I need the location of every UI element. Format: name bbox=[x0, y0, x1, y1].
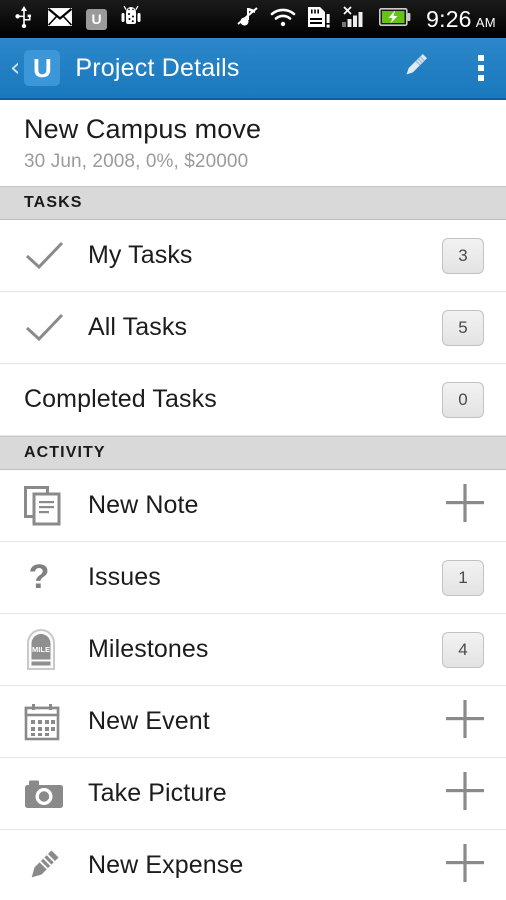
milestone-icon: MILE bbox=[24, 628, 72, 671]
mute-icon bbox=[237, 6, 259, 33]
list-item[interactable]: New Expense bbox=[0, 830, 506, 900]
list-item[interactable]: Completed Tasks 0 bbox=[0, 364, 506, 436]
list-item-label: Milestones bbox=[88, 635, 209, 663]
section-header: TASKS bbox=[0, 186, 506, 220]
list-item-action[interactable]: 4 bbox=[442, 631, 484, 668]
list-item[interactable]: New Note bbox=[0, 470, 506, 542]
project-title: New Campus move bbox=[24, 114, 262, 144]
status-bar-clock: 9:26 AM bbox=[426, 6, 496, 33]
question-mark-icon: ? bbox=[24, 558, 72, 598]
project-header: New Campus move 30 Jun, 2008, 0%, $20000 bbox=[0, 100, 506, 186]
list-item[interactable]: All Tasks 5 bbox=[0, 292, 506, 364]
battery-charging-icon bbox=[379, 7, 411, 31]
list-item-action[interactable]: 0 bbox=[442, 381, 484, 418]
count-badge: 4 bbox=[442, 631, 484, 668]
plus-icon[interactable] bbox=[446, 700, 484, 743]
usb-icon bbox=[14, 5, 34, 33]
list-item-label: New Note bbox=[88, 491, 199, 519]
list-item-label: New Expense bbox=[88, 851, 244, 879]
page-title: Project Details bbox=[75, 53, 240, 82]
back-button[interactable]: ‹ bbox=[8, 55, 24, 81]
list-item-action[interactable] bbox=[446, 484, 484, 527]
list-item-label: Take Picture bbox=[88, 779, 227, 807]
list-item-action[interactable]: 5 bbox=[442, 309, 484, 346]
list-item-action[interactable] bbox=[446, 700, 484, 743]
list-item[interactable]: New Event bbox=[0, 686, 506, 758]
plus-icon[interactable] bbox=[446, 844, 484, 887]
list-item[interactable]: ? Issues 1 bbox=[0, 542, 506, 614]
action-bar: ‹ U Project Details bbox=[0, 38, 506, 100]
plus-icon[interactable] bbox=[446, 484, 484, 527]
count-badge: 1 bbox=[442, 559, 484, 596]
wifi-icon bbox=[270, 7, 296, 32]
documents-icon bbox=[24, 485, 72, 526]
check-icon bbox=[24, 311, 72, 345]
overflow-menu-icon[interactable] bbox=[478, 55, 484, 81]
app-logo-icon[interactable]: U bbox=[24, 50, 61, 86]
svg-text:MILE: MILE bbox=[32, 645, 50, 654]
list-item[interactable]: My Tasks 3 bbox=[0, 220, 506, 292]
list-item-action[interactable]: 3 bbox=[442, 237, 484, 274]
pencil-icon[interactable] bbox=[398, 49, 432, 88]
list-item-label: Completed Tasks bbox=[24, 385, 217, 413]
clock-ampm: AM bbox=[475, 14, 496, 30]
android-icon bbox=[120, 5, 142, 34]
u-app-icon: U bbox=[86, 8, 107, 30]
gmail-icon bbox=[47, 7, 73, 32]
no-signal-icon bbox=[342, 5, 368, 33]
svg-text:?: ? bbox=[29, 558, 50, 596]
list-item-action[interactable]: 1 bbox=[442, 559, 484, 596]
count-badge: 0 bbox=[442, 381, 484, 418]
project-details-screen: U 9:26 AM ‹ U Project Details New Campus… bbox=[0, 0, 506, 900]
details-list: TASKS My Tasks 3 All Tasks 5 Completed Task… bbox=[0, 186, 506, 900]
camera-icon bbox=[24, 778, 72, 810]
list-item-label: All Tasks bbox=[88, 313, 188, 341]
action-bar-actions bbox=[398, 49, 484, 88]
status-bar-left-icons: U bbox=[14, 5, 142, 34]
project-subtitle: 30 Jun, 2008, 0%, $20000 bbox=[24, 151, 249, 172]
status-bar: U 9:26 AM bbox=[0, 0, 506, 38]
calendar-icon bbox=[24, 703, 72, 741]
status-bar-right-icons: 9:26 AM bbox=[237, 6, 496, 33]
list-item-action[interactable] bbox=[446, 772, 484, 815]
count-badge: 3 bbox=[442, 237, 484, 274]
count-badge: 5 bbox=[442, 309, 484, 346]
section-header: ACTIVITY bbox=[0, 436, 506, 470]
list-item-label: New Event bbox=[88, 707, 210, 735]
list-item-action[interactable] bbox=[446, 844, 484, 887]
plus-icon[interactable] bbox=[446, 772, 484, 815]
sd-card-warning-icon bbox=[307, 6, 331, 33]
list-item[interactable]: MILE Milestones 4 bbox=[0, 614, 506, 686]
expense-pencil-icon bbox=[24, 847, 72, 885]
clock-time: 9:26 bbox=[426, 5, 472, 32]
list-item-label: My Tasks bbox=[88, 241, 193, 269]
check-icon bbox=[24, 239, 72, 273]
list-item-label: Issues bbox=[88, 563, 161, 591]
list-item[interactable]: Take Picture bbox=[0, 758, 506, 830]
